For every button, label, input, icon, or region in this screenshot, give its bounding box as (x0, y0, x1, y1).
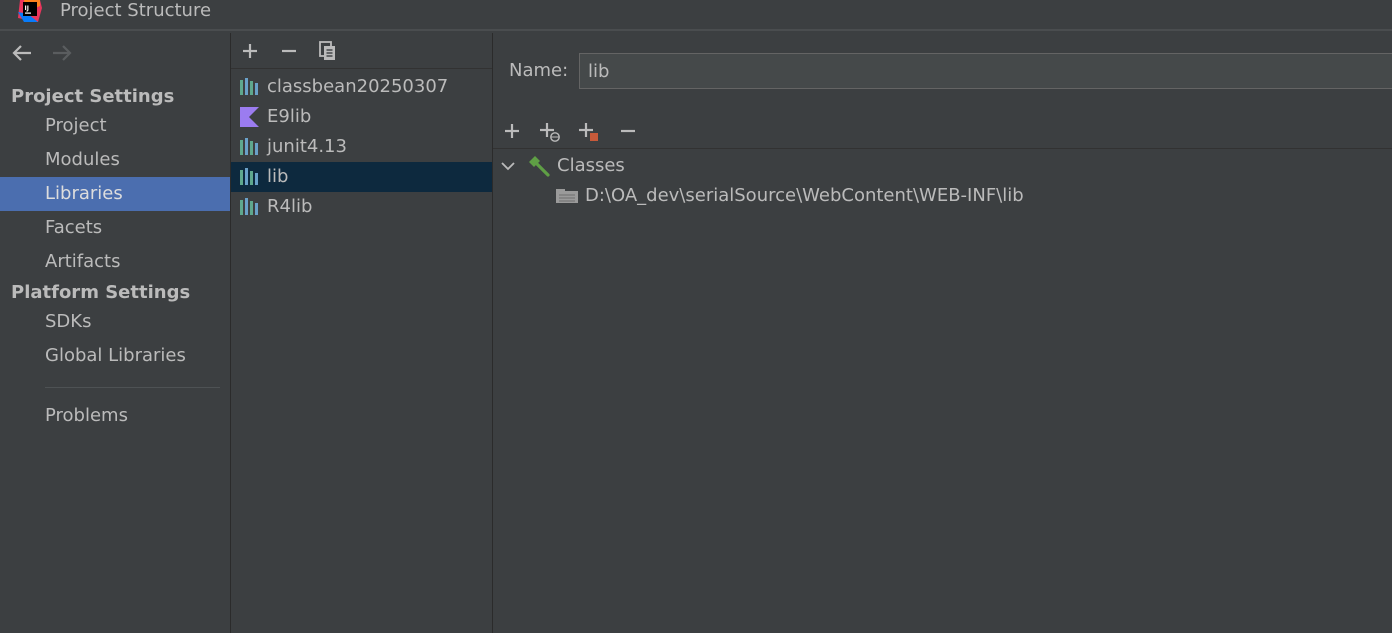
sidebar-item-label: Libraries (45, 183, 123, 204)
name-label: Name: (509, 60, 569, 81)
sidebar-item-label: Artifacts (45, 251, 121, 272)
add-icon[interactable] (500, 119, 524, 143)
kotlin-library-icon (240, 107, 259, 127)
classes-label: Classes (557, 155, 625, 176)
svg-text:IJ: IJ (25, 5, 29, 12)
sidebar-item-label: Project (45, 115, 107, 136)
project-settings-heading: Project Settings (11, 86, 175, 107)
platform-settings-heading: Platform Settings (11, 282, 191, 303)
java-library-icon (240, 138, 258, 155)
library-name-input[interactable] (579, 53, 1392, 89)
tree-node-path[interactable]: D:\OA_dev\serialSource\WebContent\WEB-IN… (555, 181, 1255, 211)
library-item-r4lib[interactable]: R4lib (231, 192, 492, 222)
add-with-badge-icon[interactable] (576, 119, 600, 143)
sidebar-divider (45, 387, 220, 388)
library-item-label: R4lib (267, 196, 313, 217)
add-from-web-icon[interactable] (537, 119, 561, 143)
library-item-label: lib (267, 166, 289, 187)
sidebar-item-label: Modules (45, 149, 120, 170)
chevron-down-icon[interactable] (499, 158, 517, 174)
library-detail-panel: Name: Classes (493, 33, 1392, 633)
remove-icon[interactable] (277, 39, 301, 63)
library-item-label: E9lib (267, 106, 312, 127)
forward-arrow-icon[interactable] (50, 41, 74, 65)
jar-directory-icon (556, 189, 578, 203)
java-library-icon (240, 78, 258, 95)
libraries-toolbar (231, 33, 492, 69)
title-bar: IJ Project Structure (0, 0, 1392, 31)
library-item-label: classbean20250307 (267, 76, 449, 97)
sidebar-item-facets[interactable]: Facets (0, 211, 230, 245)
add-icon[interactable] (238, 39, 262, 63)
library-item-classbean20250307[interactable]: classbean20250307 (231, 72, 492, 102)
sidebar-item-label: Facets (45, 217, 103, 238)
sidebar-item-sdks[interactable]: SDKs (0, 305, 230, 339)
sidebar-item-label: SDKs (45, 311, 92, 332)
libraries-panel: classbean20250307 E9lib junit4.13 lib R4… (231, 33, 492, 633)
copy-icon[interactable] (316, 39, 340, 63)
sidebar-item-label: Global Libraries (45, 345, 186, 366)
sidebar-item-global-libraries[interactable]: Global Libraries (0, 339, 230, 373)
sidebar-item-problems[interactable]: Problems (0, 399, 230, 433)
remove-icon[interactable] (616, 119, 640, 143)
library-item-e9lib[interactable]: E9lib (231, 102, 492, 132)
library-item-label: junit4.13 (267, 136, 347, 157)
library-item-junit4-13[interactable]: junit4.13 (231, 132, 492, 162)
settings-sidebar: Project Settings Project Modules Librari… (0, 33, 230, 633)
window-title: Project Structure (60, 0, 212, 21)
back-arrow-icon[interactable] (10, 41, 34, 65)
sidebar-item-modules[interactable]: Modules (0, 143, 230, 177)
classes-path: D:\OA_dev\serialSource\WebContent\WEB-IN… (585, 185, 1024, 206)
sidebar-item-label: Problems (45, 405, 128, 426)
sidebar-item-libraries[interactable]: Libraries (0, 177, 230, 211)
sidebar-item-project[interactable]: Project (0, 109, 230, 143)
hammer-icon (529, 156, 550, 177)
java-library-icon (240, 168, 258, 185)
java-library-icon (240, 198, 258, 215)
library-item-lib[interactable]: lib (231, 162, 492, 192)
intellij-logo-icon: IJ (18, 0, 42, 22)
roots-toolbar (493, 117, 1392, 149)
sidebar-item-artifacts[interactable]: Artifacts (0, 245, 230, 279)
